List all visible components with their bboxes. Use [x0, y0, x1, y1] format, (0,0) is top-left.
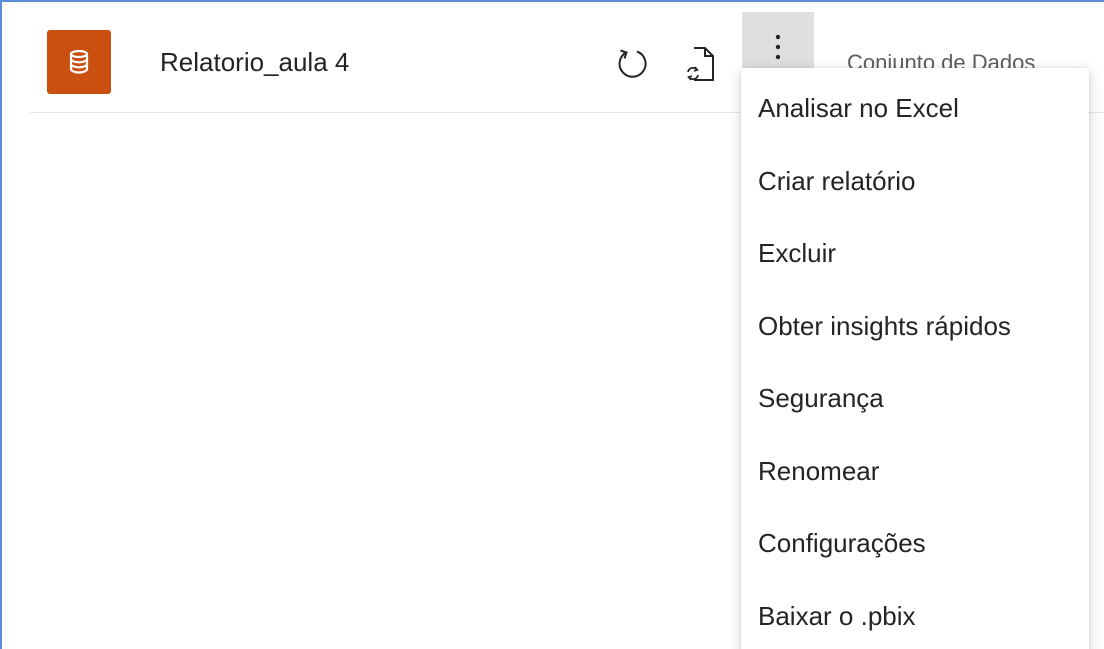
menu-item-security[interactable]: Segurança: [741, 362, 1089, 435]
menu-item-rename[interactable]: Renomear: [741, 435, 1089, 508]
refresh-now-button[interactable]: [612, 44, 652, 84]
more-options-menu: Analisar no Excel Criar relatório Exclui…: [741, 68, 1089, 649]
more-options-icon: [775, 34, 781, 60]
dataset-name[interactable]: Relatorio_aula 4: [160, 12, 349, 112]
menu-item-settings[interactable]: Configurações: [741, 507, 1089, 580]
menu-item-download-pbix[interactable]: Baixar o .pbix: [741, 580, 1089, 649]
menu-item-delete[interactable]: Excluir: [741, 217, 1089, 290]
menu-item-create-report[interactable]: Criar relatório: [741, 145, 1089, 218]
schedule-refresh-button[interactable]: [682, 42, 722, 86]
menu-item-quick-insights[interactable]: Obter insights rápidos: [741, 290, 1089, 363]
refresh-icon: [618, 49, 647, 78]
menu-item-analyze-in-excel[interactable]: Analisar no Excel: [741, 72, 1089, 145]
scheduled-refresh-icon: [687, 47, 714, 81]
workspace-content: Relatorio_aula 4 Conjunto de Dados Anali…: [0, 0, 1104, 649]
more-options-button[interactable]: [742, 12, 814, 68]
database-icon: [47, 30, 111, 94]
